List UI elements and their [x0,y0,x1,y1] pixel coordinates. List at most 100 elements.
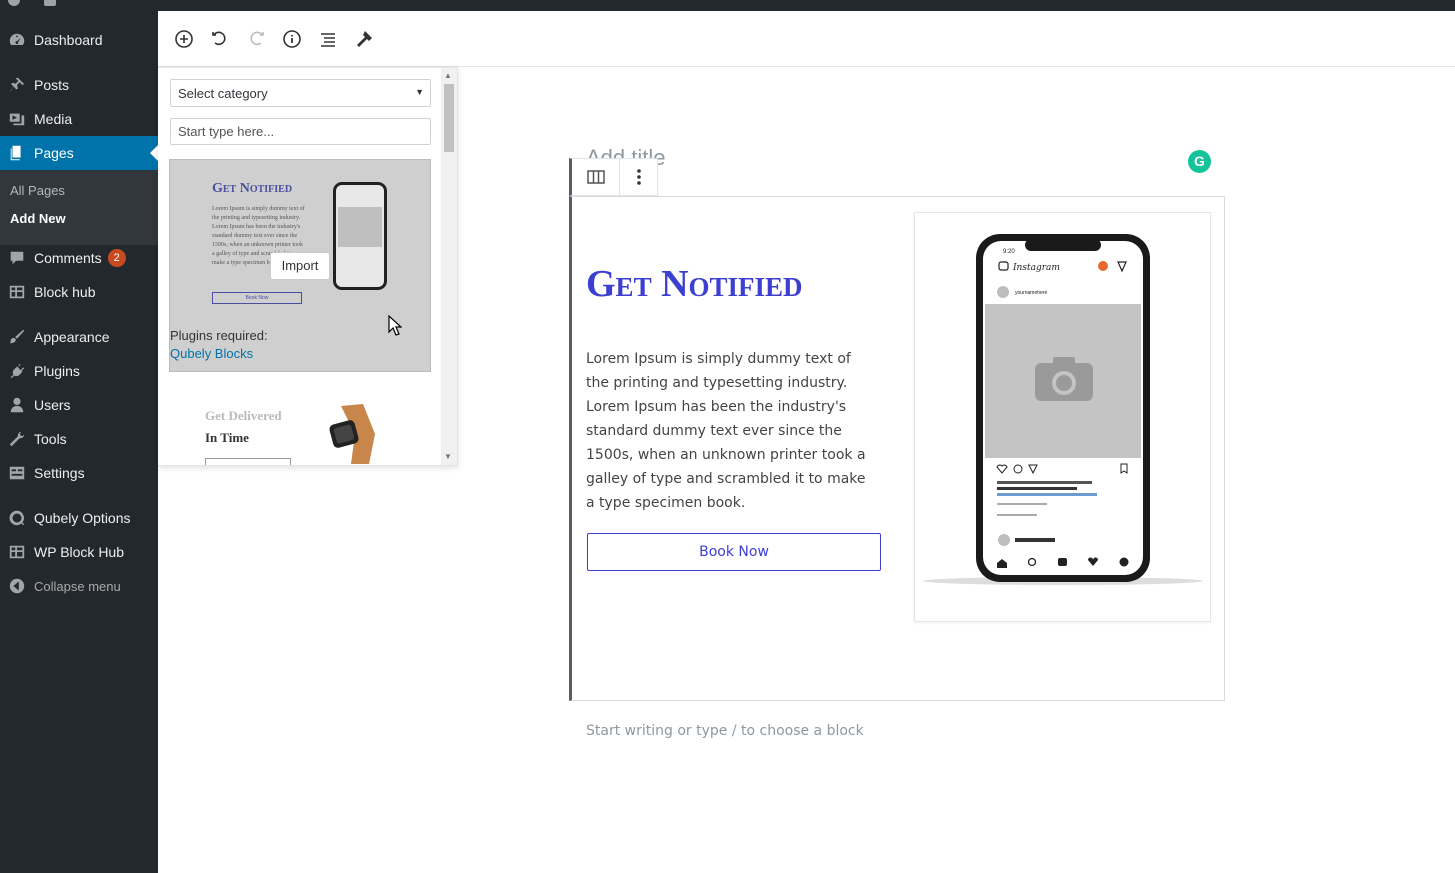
home-icon[interactable] [44,0,56,6]
phone-app-name: Instagram [1012,263,1060,273]
sidebar-item-label: Settings [34,465,85,481]
sidebar-item-plugins[interactable]: Plugins [0,354,158,388]
sidebar-item-label: Media [34,111,73,127]
block-toolbar [569,158,658,196]
comment-bubble-icon [7,248,27,268]
sidebar-item-label: Qubely Options [34,510,131,526]
table-icon [7,282,27,302]
comments-count-badge: 2 [107,249,126,267]
sidebar-item-label: Users [34,397,71,413]
sidebar-item-label: WP Block Hub [34,544,124,560]
category-select-value: Select category [178,86,268,101]
sidebar-item-appearance[interactable]: Appearance [0,320,158,354]
pages-submenu: All Pages Add New [0,170,158,245]
sidebar-item-block-hub[interactable]: Block hub [0,275,158,309]
category-select[interactable]: Select category ▼ [170,79,431,107]
undo-button[interactable] [209,28,231,50]
block-library-panel: Select category ▼ Start type here... Get… [158,67,458,466]
sidebar-item-media[interactable]: Media [0,102,158,136]
sidebar-item-wp-block-hub[interactable]: WP Block Hub [0,535,158,569]
sidebar-item-label: Collapse menu [34,578,121,594]
pushpin-icon [7,75,27,95]
collapse-menu-button[interactable]: Collapse menu [0,569,158,603]
sidebar-item-label: Pages [34,145,74,161]
admin-sidebar: Dashboard Posts Media Pages All Pages Ad… [0,11,158,873]
user-icon [7,395,27,415]
content-info-button[interactable] [281,28,303,50]
info-icon [283,30,301,48]
book-now-button[interactable]: Book Now [587,533,881,571]
more-options-button[interactable] [620,159,657,195]
add-block-button[interactable] [173,28,195,50]
plugins-required-label: Plugins required: [170,328,268,343]
grammarly-icon[interactable]: G [1188,150,1211,173]
submenu-all-pages[interactable]: All Pages [10,183,65,198]
block-navigation-button[interactable] [317,28,339,50]
card-thumb-button: Book Now [212,292,302,304]
block-type-button[interactable] [572,159,620,195]
sidebar-item-users[interactable]: Users [0,388,158,422]
block-search-input[interactable]: Start type here... [170,118,431,145]
scrollbar-thumb[interactable] [444,84,454,152]
list-outline-icon [321,33,335,47]
qubely-logo-icon [7,508,27,528]
collapse-arrow-icon [7,576,27,596]
phone-username: yournamehere [1015,290,1047,296]
block-template-card[interactable]: Get Notified Lorem Ipsum is simply dummy… [169,159,431,372]
import-button[interactable]: Import [270,252,330,280]
wordpress-logo-icon[interactable] [8,0,20,6]
block-template-card[interactable]: Get Delivered In Time [169,390,431,465]
sidebar-item-label: Plugins [34,363,80,379]
camera-icon [338,207,382,247]
block-hub-tool-button[interactable] [353,28,375,50]
card-thumb-title: Get Notified [212,181,293,196]
media-icon [7,109,27,129]
admin-bar [0,0,1455,11]
panel-scrollbar[interactable]: ▲ ▼ [441,68,457,465]
plus-circle-icon [175,30,193,48]
redo-button[interactable] [245,28,267,50]
sidebar-item-label: Block hub [34,284,96,300]
default-block-appender[interactable]: Start writing or type / to choose a bloc… [586,723,864,739]
columns-icon [586,170,605,184]
card-thumb-title: Get Delivered [205,408,282,423]
mouse-cursor-icon [388,315,402,336]
dropdown-arrow-icon: ▼ [415,87,424,97]
scroll-down-icon[interactable]: ▼ [444,452,452,461]
paintbrush-icon [7,327,27,347]
scroll-up-icon[interactable]: ▲ [444,71,452,80]
search-placeholder: Start type here... [178,124,275,139]
plug-icon [7,361,27,381]
sidebar-item-qubely-options[interactable]: Qubely Options [0,501,158,535]
hammer-icon [357,31,372,47]
sidebar-item-label: Dashboard [34,32,103,48]
block-paragraph[interactable]: Lorem Ipsum is simply dummy text of the … [586,347,876,515]
settings-sliders-icon [7,463,27,483]
sidebar-item-label: Comments [34,250,102,266]
qubely-blocks-link[interactable]: Qubely Blocks [170,346,253,361]
sidebar-item-settings[interactable]: Settings [0,456,158,490]
sidebar-item-label: Posts [34,77,70,93]
sidebar-item-pages[interactable]: Pages [0,136,158,170]
vertical-ellipsis-icon [636,169,641,185]
card-thumb-subtitle: In Time [205,430,249,445]
sidebar-item-comments[interactable]: Comments 2 [0,241,158,275]
dashboard-icon [7,30,27,50]
sidebar-item-posts[interactable]: Posts [0,68,158,102]
submenu-add-new[interactable]: Add New [10,211,66,226]
redo-icon [250,31,264,46]
phone-time: 9:20 [1003,249,1015,255]
card-thumb-button [205,458,291,465]
sidebar-item-label: Tools [34,431,67,447]
block-heading[interactable]: Get Notified [586,262,803,306]
table-icon [7,542,27,562]
sidebar-item-label: Appearance [34,329,110,345]
sidebar-item-dashboard[interactable]: Dashboard [0,23,158,57]
sidebar-item-tools[interactable]: Tools [0,422,158,456]
smartwatch-image [329,404,375,464]
instagram-phone-mockup-image: 9:20 Instagram yournamehere [923,234,1203,585]
phone-image-block[interactable]: 9:20 Instagram yournamehere [914,212,1211,622]
undo-icon [212,31,226,46]
wrench-icon [7,429,27,449]
card-thumb-phone-image [333,182,387,290]
